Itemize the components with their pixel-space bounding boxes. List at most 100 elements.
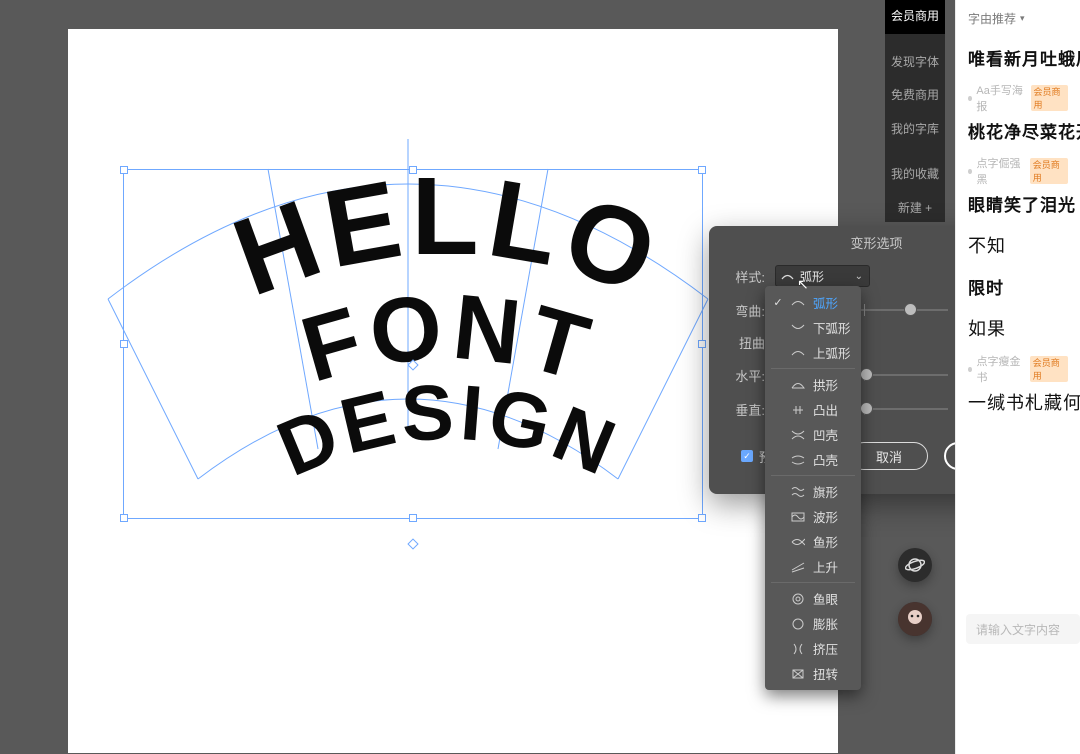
label-horizontal: 水平: [725, 366, 765, 385]
warp-style-icon [791, 378, 805, 392]
font-panel-header[interactable]: 字由推荐▾ [956, 0, 1080, 33]
label-distort: 扭曲 [725, 333, 765, 352]
warp-style-icon [791, 535, 805, 549]
resize-handle[interactable] [409, 166, 417, 174]
style-option-label: 旗形 [813, 482, 851, 501]
tab-favorites[interactable]: 我的收藏 [885, 158, 945, 192]
style-option-label: 膨胀 [813, 614, 851, 633]
style-option-label: 上弧形 [813, 343, 851, 362]
selection-bbox[interactable] [123, 169, 703, 519]
chevron-down-icon: ⌄ [855, 271, 863, 282]
warp-style-icon [791, 453, 805, 467]
warp-style-icon [791, 667, 805, 681]
font-card[interactable]: Aa手写海报会员商用桃花净尽菜花开 [956, 74, 1080, 147]
warp-style-icon [791, 510, 805, 524]
warp-style-icon [791, 617, 805, 631]
style-option-12[interactable]: 膨胀 [765, 611, 861, 636]
font-card[interactable]: 如果 [956, 303, 1080, 345]
style-option-3[interactable]: 拱形 [765, 372, 861, 397]
style-option-label: 鱼形 [813, 532, 851, 551]
style-option-label: 凸出 [813, 400, 851, 419]
font-card[interactable]: 点字倔强黑会员商用眼睛笑了泪光 [956, 147, 1080, 220]
font-card[interactable]: 不知 [956, 220, 1080, 262]
style-option-4[interactable]: 凸出 [765, 397, 861, 422]
tab-free[interactable]: 免费商用 [885, 79, 945, 113]
warp-style-icon [791, 485, 805, 499]
style-option-1[interactable]: 下弧形 [765, 315, 861, 340]
resize-handle[interactable] [120, 166, 128, 174]
style-option-label: 弧形 [813, 293, 851, 312]
style-dropdown-menu: ✓ 弧形下弧形上弧形拱形凸出凹壳凸壳旗形波形鱼形上升鱼眼膨胀挤压扭转 [765, 286, 861, 690]
style-option-5[interactable]: 凹壳 [765, 422, 861, 447]
style-option-label: 凹壳 [813, 425, 851, 444]
style-option-6[interactable]: 凸壳 [765, 447, 861, 472]
font-preview-input[interactable]: 请输入文字内容 [966, 614, 1080, 644]
font-sample: 眼睛笑了泪光 [968, 191, 1068, 216]
style-option-14[interactable]: 扭转 [765, 661, 861, 686]
tab-member[interactable]: 会员商用 [885, 0, 945, 34]
style-option-7[interactable]: 旗形 [765, 479, 861, 504]
tab-discover[interactable]: 发现字体 [885, 46, 945, 80]
resize-handle[interactable] [409, 514, 417, 522]
font-side-tabs: 会员商用 发现字体 免费商用 我的字库 我的收藏 新建 + [885, 0, 945, 222]
style-option-label: 上升 [813, 557, 851, 576]
chevron-down-icon: ▾ [1020, 13, 1025, 24]
warp-style-icon [791, 346, 805, 360]
font-sample: 如果 [968, 315, 1068, 341]
planet-icon[interactable] [898, 548, 932, 582]
style-option-10[interactable]: 上升 [765, 554, 861, 579]
warp-style-icon [791, 321, 805, 335]
style-option-label: 扭转 [813, 664, 851, 683]
font-card[interactable]: 唯看新月吐蛾眉 [956, 33, 1080, 74]
font-card-meta: 点字瘦金书会员商用 [968, 353, 1068, 385]
rotate-handle[interactable] [407, 538, 418, 549]
warp-style-icon [791, 403, 805, 417]
style-option-0[interactable]: ✓ 弧形 [765, 290, 861, 315]
warp-style-icon [791, 428, 805, 442]
warp-style-icon [791, 592, 805, 606]
resize-handle[interactable] [698, 340, 706, 348]
style-option-label: 拱形 [813, 375, 851, 394]
font-sample: 桃花净尽菜花开 [968, 118, 1068, 143]
font-card[interactable]: 点字瘦金书会员商用一缄书札藏何事 [956, 345, 1080, 419]
resize-handle[interactable] [698, 166, 706, 174]
style-option-label: 下弧形 [813, 318, 851, 337]
arc-icon [781, 270, 794, 283]
font-card-meta: Aa手写海报会员商用 [968, 82, 1068, 114]
cancel-button[interactable]: 取消 [850, 442, 928, 470]
label-bend: 弯曲: [725, 301, 765, 320]
style-option-8[interactable]: 波形 [765, 504, 861, 529]
style-option-13[interactable]: 挤压 [765, 636, 861, 661]
style-select[interactable]: 弧形 ⌄ [775, 265, 870, 287]
warp-style-icon [791, 642, 805, 656]
floating-tools [898, 548, 932, 636]
resize-handle[interactable] [698, 514, 706, 522]
font-sample: 一缄书札藏何事 [968, 389, 1068, 415]
label-vertical: 垂直: [725, 400, 765, 419]
font-sample: 限时 [968, 274, 1068, 299]
font-recommend-panel: 字由推荐▾ 唯看新月吐蛾眉 Aa手写海报会员商用桃花净尽菜花开点字倔强黑会员商用眼… [955, 0, 1080, 754]
tab-my-fonts[interactable]: 我的字库 [885, 113, 945, 147]
style-option-9[interactable]: 鱼形 [765, 529, 861, 554]
font-card[interactable]: 限时 [956, 262, 1080, 303]
style-option-label: 波形 [813, 507, 851, 526]
style-option-label: 挤压 [813, 639, 851, 658]
style-option-11[interactable]: 鱼眼 [765, 586, 861, 611]
tab-new[interactable]: 新建 + [885, 192, 945, 226]
avatar[interactable] [898, 602, 932, 636]
warp-style-icon [791, 560, 805, 574]
warp-style-icon [791, 296, 805, 310]
resize-handle[interactable] [120, 514, 128, 522]
check-icon: ✓ [773, 296, 783, 309]
style-select-value: 弧形 [800, 268, 824, 285]
checkbox-icon: ✓ [741, 450, 753, 462]
font-card-meta: 点字倔强黑会员商用 [968, 155, 1068, 187]
style-option-2[interactable]: 上弧形 [765, 340, 861, 365]
font-sample: 唯看新月吐蛾眉 [968, 45, 1068, 70]
resize-handle[interactable] [120, 340, 128, 348]
warp-handle[interactable] [407, 360, 418, 371]
style-option-label: 凸壳 [813, 450, 851, 469]
font-sample: 不知 [968, 232, 1068, 258]
style-option-label: 鱼眼 [813, 589, 851, 608]
label-style: 样式: [725, 267, 765, 286]
